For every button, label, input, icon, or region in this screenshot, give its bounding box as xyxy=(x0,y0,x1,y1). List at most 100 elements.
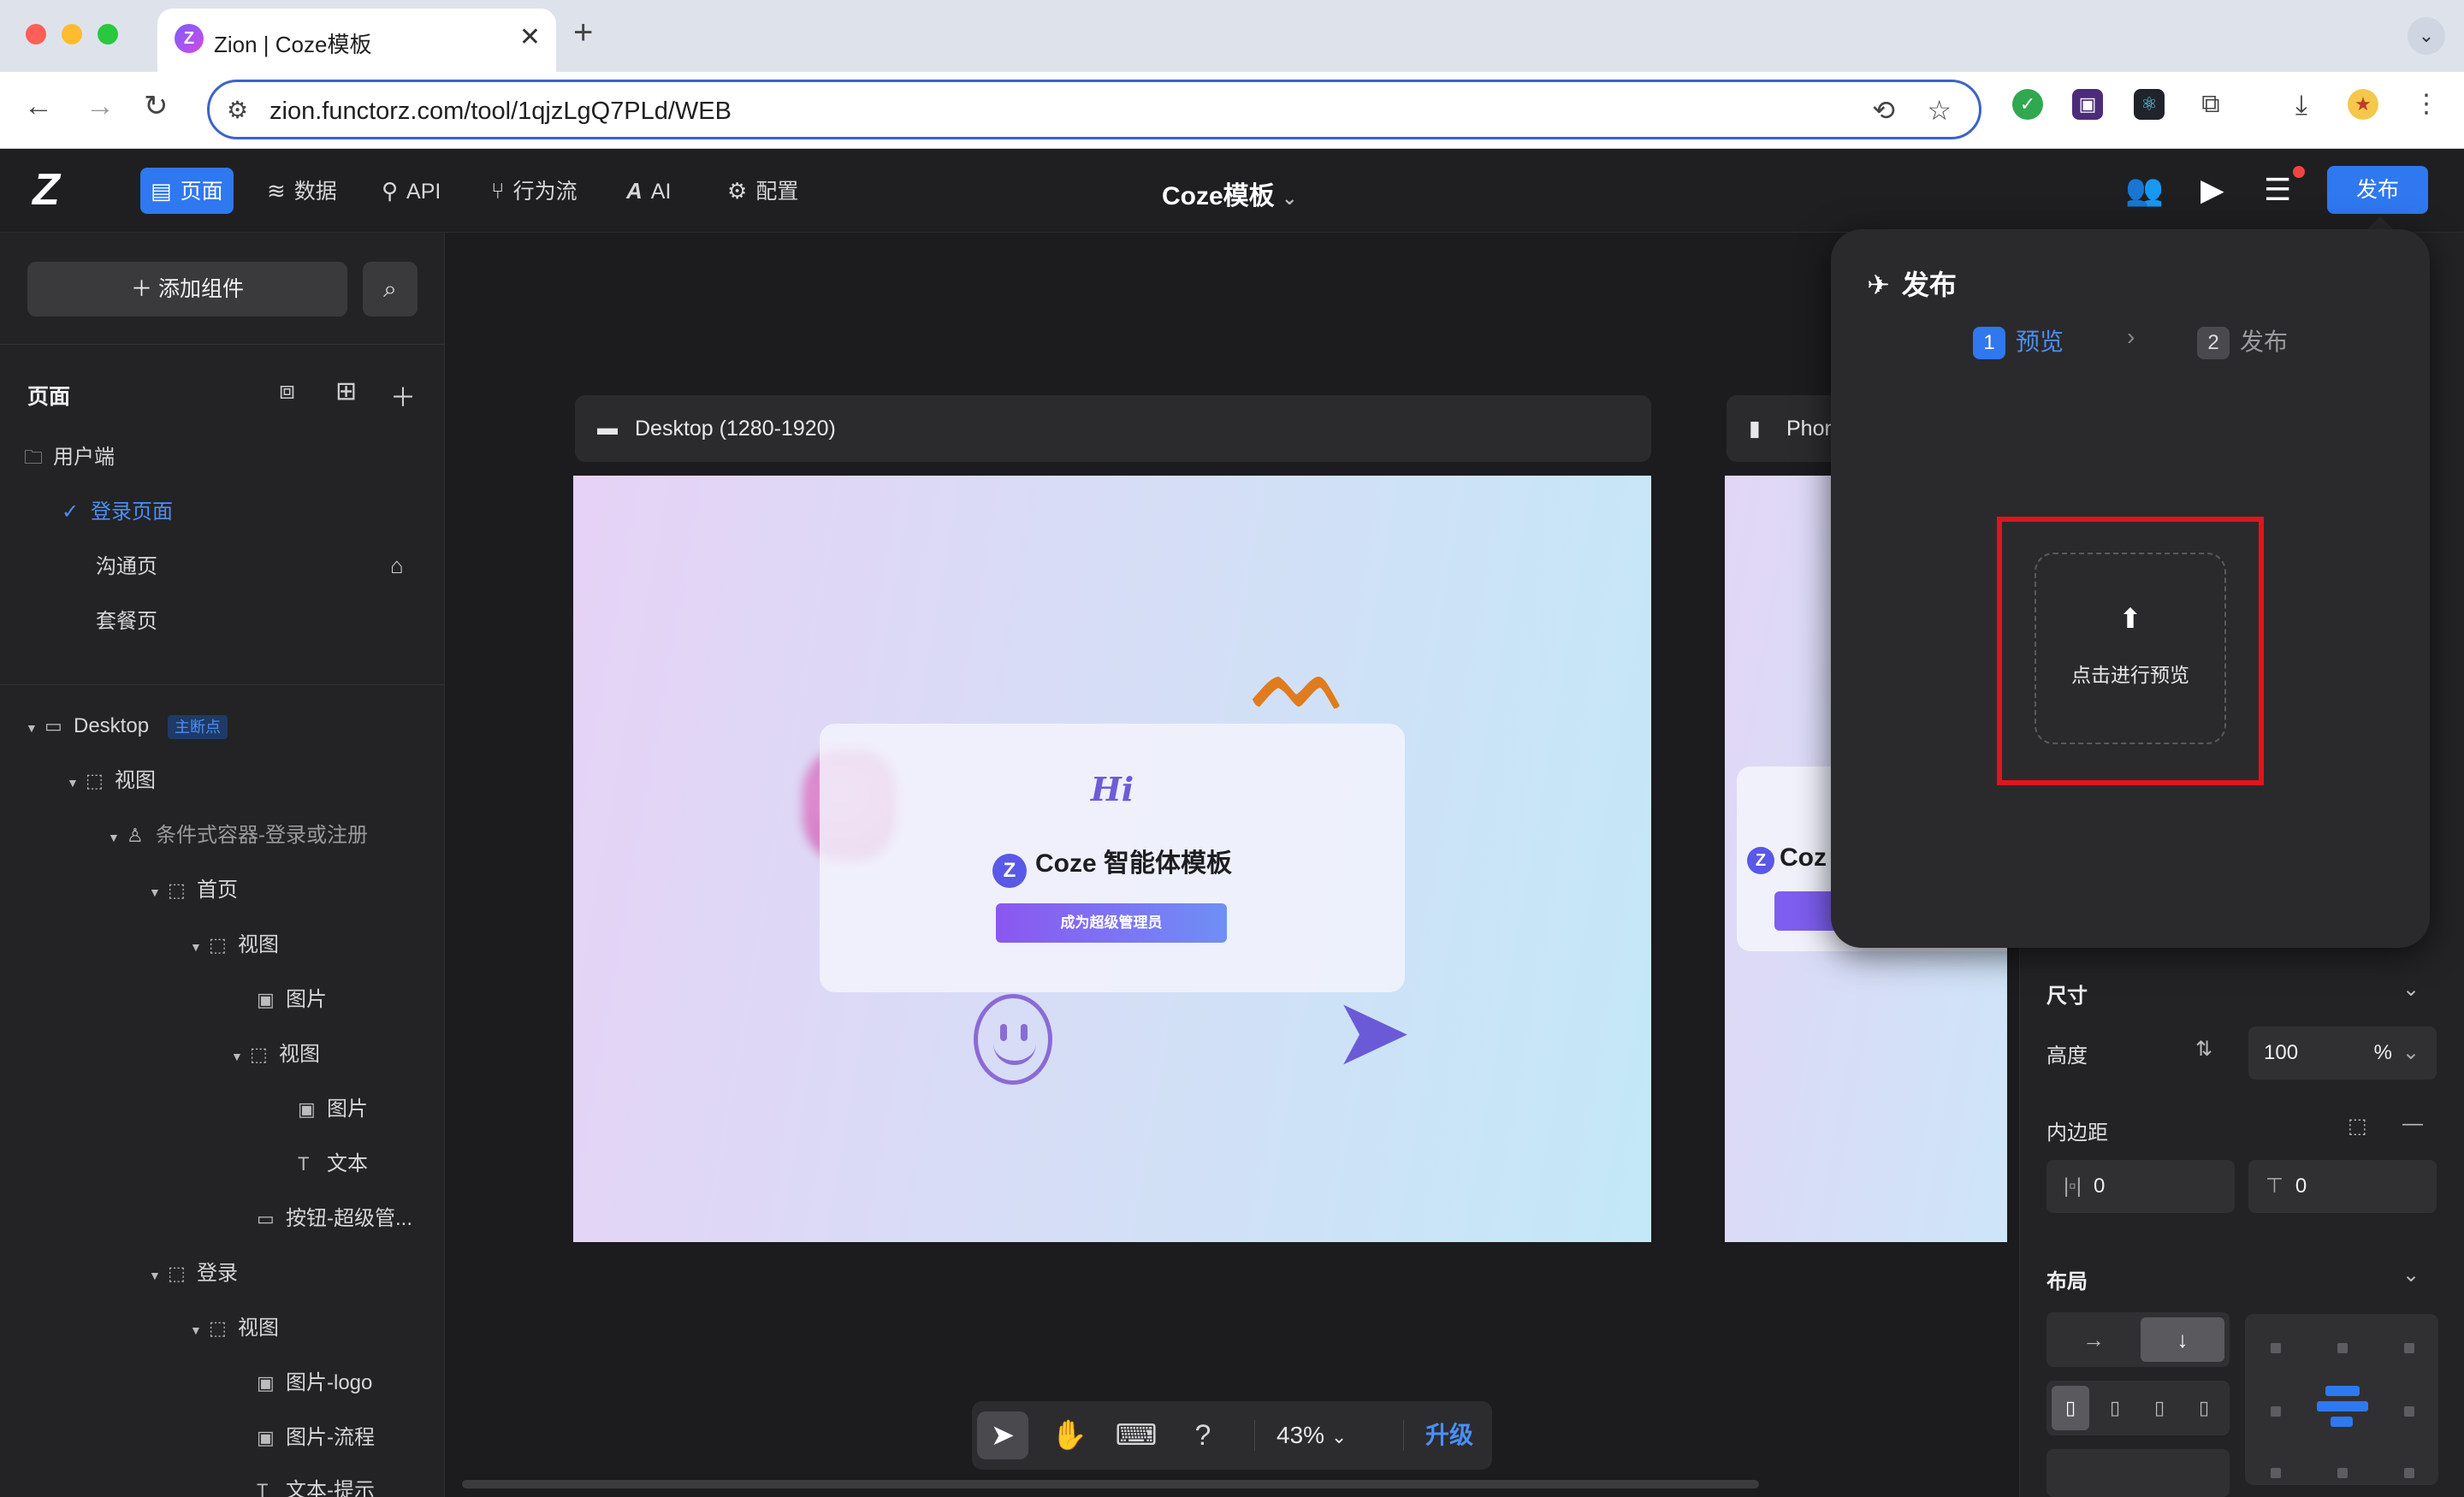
forward-arrow-icon[interactable]: → xyxy=(86,89,115,123)
alignment-grid[interactable] xyxy=(2245,1314,2438,1485)
play-preview-icon[interactable]: ▶ xyxy=(2200,173,2224,207)
align-dot[interactable] xyxy=(2271,1343,2281,1353)
tab-data[interactable]: ≋ 数据 xyxy=(257,168,347,214)
bookmark-star-icon[interactable]: ☆ xyxy=(1927,94,1952,127)
database-status-icon[interactable]: ☰ xyxy=(2264,173,2291,207)
publish-button[interactable]: 发布 xyxy=(2327,166,2428,214)
chevron-down-icon[interactable]: ⌄ xyxy=(2402,1027,2420,1080)
caret-down-icon[interactable]: ▼ xyxy=(190,934,209,960)
caret-down-icon[interactable]: ▼ xyxy=(108,825,127,850)
add-component-button[interactable]: ＋ 添加组件 xyxy=(27,262,347,317)
caret-down-icon[interactable]: ▼ xyxy=(149,1263,168,1288)
tree-node[interactable]: ▼ ⬚ 视图 xyxy=(190,1316,279,1343)
download-icon[interactable]: ⤓ xyxy=(2286,89,2317,120)
wrap-toggle[interactable] xyxy=(2046,1449,2230,1497)
tree-node[interactable]: ▣ 图片-流程 xyxy=(257,1425,375,1451)
align-dot[interactable] xyxy=(2271,1468,2281,1478)
step-preview[interactable]: 1 预览 xyxy=(1973,323,2064,359)
horizontal-arrow-icon[interactable]: → xyxy=(2052,1317,2135,1362)
tree-node[interactable]: T 文本 xyxy=(298,1151,368,1177)
site-settings-icon[interactable]: ⚙ xyxy=(227,96,248,124)
browser-tab[interactable]: Z Zion | Coze模板 ✕ xyxy=(157,9,556,74)
page-item-plan[interactable]: 套餐页 xyxy=(96,609,157,635)
page-item-chat[interactable]: 沟通页 xyxy=(96,554,157,580)
extension-green-icon[interactable]: ✓ xyxy=(2012,89,2043,120)
caret-down-icon[interactable]: ▼ xyxy=(190,1317,209,1343)
project-title[interactable]: Coze模板 ⌄ xyxy=(1162,175,1297,212)
desktop-frame-label[interactable]: ▬ Desktop (1280-1920) xyxy=(575,395,1651,462)
upgrade-link[interactable]: 升级 xyxy=(1425,1401,1473,1470)
padding-vertical-input[interactable]: ⊤ 0 xyxy=(2248,1160,2437,1213)
page-settings-icon[interactable]: ⧈ xyxy=(279,376,295,405)
align-dot[interactable] xyxy=(2404,1468,2414,1478)
tab-search-chevron-icon[interactable]: ⌄ xyxy=(2408,17,2445,55)
search-component-button[interactable]: ⌕ xyxy=(363,262,418,317)
phone-frame-label[interactable]: ▮Phone xyxy=(1727,395,1838,462)
padding-expand-icon[interactable]: ⬚ xyxy=(2348,1114,2367,1139)
adjust-icon[interactable]: ⇅ xyxy=(2195,1037,2212,1062)
align-end-icon[interactable]: ▯ xyxy=(2141,1386,2178,1430)
caret-down-icon[interactable]: ▼ xyxy=(149,879,168,905)
translate-icon[interactable]: ⟲ xyxy=(1872,94,1895,127)
add-folder-icon[interactable]: ⊞ xyxy=(335,376,357,406)
select-tool-icon[interactable]: ➤ xyxy=(977,1411,1028,1459)
add-page-icon[interactable]: ＋ xyxy=(390,376,416,414)
page-group-user[interactable]: 🗀 用户端 xyxy=(24,445,115,470)
caret-down-icon[interactable]: ▼ xyxy=(67,770,86,796)
chevron-down-icon[interactable]: ⌄ xyxy=(2402,1263,2420,1287)
tree-node[interactable]: ▼ ⬚ 视图 xyxy=(67,768,156,796)
zion-logo-icon[interactable]: Z xyxy=(33,168,80,212)
tree-node[interactable]: ▣ 图片 xyxy=(257,987,327,1013)
tree-node[interactable]: ▼ ⬚ 首页 xyxy=(149,878,238,905)
minimize-window-button[interactable] xyxy=(62,24,82,44)
chevron-down-icon[interactable]: ⌄ xyxy=(2402,977,2420,1002)
reload-icon[interactable]: ↻ xyxy=(144,89,169,123)
react-devtools-icon[interactable]: ⚛ xyxy=(2134,89,2165,120)
help-icon[interactable]: ? xyxy=(1177,1411,1229,1459)
extensions-puzzle-icon[interactable]: ⧉ xyxy=(2195,89,2226,120)
caret-down-icon[interactable]: ▼ xyxy=(26,715,44,741)
url-text[interactable]: zion.functorz.com/tool/1qjzLgQ7PLd/WEB xyxy=(270,98,732,126)
tree-node[interactable]: ▼ ⬚ 视图 xyxy=(231,1042,320,1069)
align-dot[interactable] xyxy=(2271,1406,2281,1417)
address-bar[interactable]: ⚙ zion.functorz.com/tool/1qjzLgQ7PLd/WEB… xyxy=(207,80,1981,139)
align-start-icon[interactable]: ▯ xyxy=(2052,1386,2089,1430)
close-window-button[interactable] xyxy=(26,24,46,44)
align-dot[interactable] xyxy=(2337,1343,2348,1353)
keyboard-icon[interactable]: ⌨ xyxy=(1111,1411,1162,1459)
home-icon[interactable]: ⌂ xyxy=(390,553,404,579)
canvas-horizontal-scrollbar[interactable] xyxy=(462,1480,1759,1488)
vertical-arrow-icon[interactable]: ↓ xyxy=(2141,1317,2224,1362)
align-center-marker[interactable] xyxy=(2331,1417,2353,1427)
align-center-marker[interactable] xyxy=(2317,1401,2368,1411)
preview-admin-button[interactable]: 成为超级管理员 xyxy=(996,903,1227,943)
maximize-window-button[interactable] xyxy=(98,24,118,44)
tree-node[interactable]: ▼ ⬚ 登录 xyxy=(149,1261,238,1288)
profile-avatar[interactable]: ★ xyxy=(2348,89,2378,120)
tab-api[interactable]: ⚲ API xyxy=(371,168,451,214)
align-center-marker[interactable] xyxy=(2325,1386,2360,1396)
height-input[interactable]: 100% ⌄ xyxy=(2248,1027,2437,1080)
tree-node-desktop[interactable]: ▼ ▭ Desktop 主断点 xyxy=(26,713,228,741)
align-dot[interactable] xyxy=(2337,1468,2348,1478)
step-publish[interactable]: 2 发布 xyxy=(2197,323,2288,359)
tree-node[interactable]: ▼ ♙ 条件式容器-登录或注册 xyxy=(108,823,368,850)
desktop-preview-frame[interactable]: ᨓ Hi Z Coze 智能体模板 成为超级管理员 ➤ xyxy=(573,476,1651,1242)
click-to-preview-button[interactable]: ⬆ 点击进行预览 xyxy=(2035,553,2226,744)
tab-close-icon[interactable]: ✕ xyxy=(519,22,541,52)
collaborators-icon[interactable]: 👥 xyxy=(2125,173,2164,207)
caret-down-icon[interactable]: ▼ xyxy=(231,1044,250,1069)
tree-node[interactable]: ▭ 按钮-超级管... xyxy=(257,1206,412,1232)
tab-ai[interactable]: A AI xyxy=(616,168,681,214)
minus-icon[interactable]: — xyxy=(2402,1112,2423,1136)
align-dot[interactable] xyxy=(2404,1343,2414,1353)
zoom-control[interactable]: 43% ⌄ xyxy=(1276,1401,1347,1471)
padding-horizontal-input[interactable]: |▫| 0 xyxy=(2046,1160,2235,1213)
tab-config[interactable]: ⚙ 配置 xyxy=(717,168,808,214)
page-item-login[interactable]: ✓ 登录页面 xyxy=(62,500,173,525)
tree-node[interactable]: T 文本-提示 xyxy=(257,1478,375,1497)
tab-page[interactable]: ▤ 页面 xyxy=(140,168,234,214)
browser-menu-icon[interactable]: ⋮ xyxy=(2411,89,2442,120)
align-stretch-icon[interactable]: ▯ xyxy=(2185,1386,2223,1430)
new-tab-button[interactable]: + xyxy=(573,15,593,50)
